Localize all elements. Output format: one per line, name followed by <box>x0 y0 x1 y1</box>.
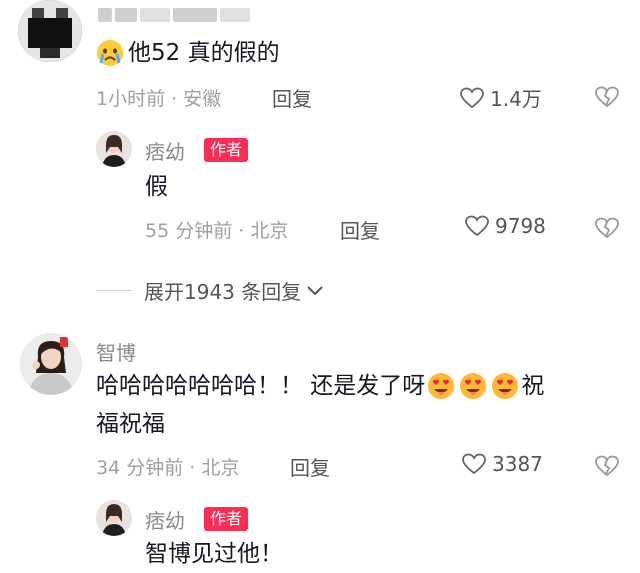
comment-text: 哈哈哈哈哈哈哈！！ 还是发了呀 祝 福祝福 <box>96 373 545 437</box>
like-button[interactable]: 1.4万 <box>460 83 542 112</box>
avatar[interactable] <box>96 131 132 167</box>
chevron-down-icon <box>307 285 323 295</box>
heart-eyes-emoji-icon <box>492 373 519 399</box>
author-name[interactable]: 痞幼 <box>145 505 185 534</box>
author-badge: 作者 <box>204 138 249 162</box>
crying-emoji-icon <box>97 40 123 66</box>
comment-meta: 1小时前 · 安徽 <box>96 88 222 110</box>
reply-button[interactable]: 回复 <box>290 452 330 481</box>
avatar[interactable] <box>18 0 82 62</box>
like-count: 3387 <box>492 452 543 476</box>
heart-outline-icon <box>465 215 489 237</box>
expand-label: 展开1943 条回复 <box>144 280 302 304</box>
comment-text: 他52 真的假的 <box>96 34 280 72</box>
username-blurred[interactable] <box>98 8 250 22</box>
author-badge: 作者 <box>204 507 249 531</box>
reply-button[interactable]: 回复 <box>272 83 312 112</box>
heart-eyes-emoji-icon <box>428 373 455 399</box>
heart-eyes-emoji-icon <box>460 373 487 399</box>
like-count: 9798 <box>495 214 546 238</box>
commenter-name[interactable]: 智博 <box>96 337 136 366</box>
reply-text: 假 <box>145 174 168 200</box>
like-button[interactable]: 3387 <box>462 452 543 476</box>
avatar[interactable] <box>20 333 82 395</box>
like-button[interactable]: 9798 <box>465 214 546 238</box>
expand-replies-button[interactable]: 展开1943 条回复 <box>96 276 325 305</box>
broken-heart-icon[interactable] <box>595 455 619 477</box>
heart-outline-icon <box>462 453 486 475</box>
reply-meta: 55 分钟前 · 北京 <box>145 220 289 242</box>
heart-outline-icon <box>460 87 484 108</box>
divider <box>96 290 132 291</box>
author-name[interactable]: 痞幼 <box>145 136 185 165</box>
avatar[interactable] <box>96 500 132 536</box>
reply-button[interactable]: 回复 <box>340 215 380 244</box>
like-count: 1.4万 <box>490 87 542 111</box>
broken-heart-icon[interactable] <box>595 217 619 239</box>
comment-meta: 34 分钟前 · 北京 <box>96 457 240 479</box>
broken-heart-icon[interactable] <box>595 86 619 108</box>
reply-text: 智博见过他！ <box>145 541 283 567</box>
